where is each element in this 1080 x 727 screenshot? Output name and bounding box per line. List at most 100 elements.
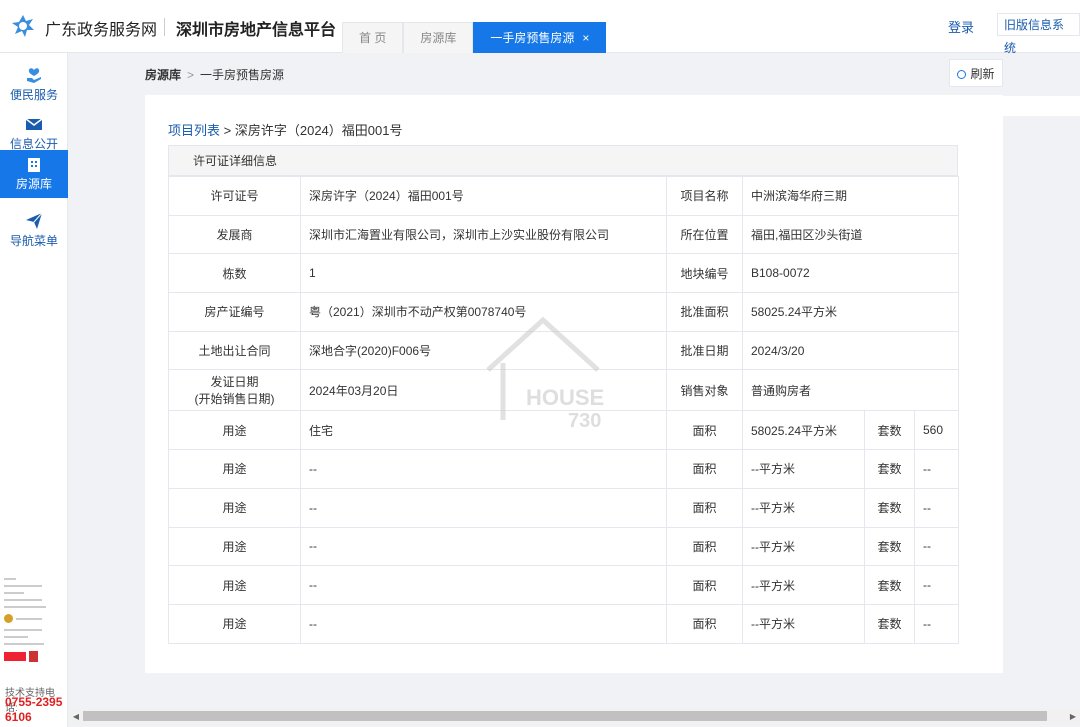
table-row: 房产证编号 粤（2021）深圳市不动产权第0078740号 批准面积 58025… xyxy=(168,292,959,332)
refresh-button[interactable]: 刷新 xyxy=(949,59,1003,87)
developer-label: 发展商 xyxy=(168,214,301,255)
area-value: --平方米 xyxy=(742,603,865,644)
brand-name[interactable]: 广东政务服务网 xyxy=(45,16,157,40)
refresh-label: 刷新 xyxy=(970,67,995,81)
plot-no-value: B108-0072 xyxy=(742,253,959,294)
property-cert-label: 房产证编号 xyxy=(168,292,301,332)
units-label: 套数 xyxy=(864,410,915,451)
units-value: -- xyxy=(914,487,959,528)
footer-link[interactable] xyxy=(4,606,46,608)
building-count-label: 栋数 xyxy=(168,253,301,294)
project-name-label: 项目名称 xyxy=(666,176,743,216)
login-link[interactable]: 登录 xyxy=(948,17,974,36)
units-label: 套数 xyxy=(864,487,915,528)
building-count-value: 1 xyxy=(300,253,667,294)
project-list-link[interactable]: 项目列表 xyxy=(168,123,220,138)
footer-link[interactable] xyxy=(4,629,42,631)
usage-label: 用途 xyxy=(168,526,301,567)
sidebar-item-housing-library[interactable]: 房源库 xyxy=(0,150,68,198)
permit-no-value: 深房许字（2024）福田001号 xyxy=(300,176,667,216)
usage-value: -- xyxy=(300,603,667,644)
tab-home[interactable]: 首 页 xyxy=(342,22,404,53)
tab-bar: 首 页 房源库 一手房预售房源 × xyxy=(342,22,607,53)
permit-table: 许可证号 深房许字（2024）福田001号 项目名称 中洲滨海华府三期 发展商 … xyxy=(168,176,959,644)
scroll-right-icon[interactable]: ▶ xyxy=(1066,708,1080,725)
footer-link[interactable] xyxy=(4,585,42,587)
sidebar-item-label: 信息公开 xyxy=(9,137,58,151)
footer-link[interactable] xyxy=(4,599,42,601)
units-label: 套数 xyxy=(864,526,915,567)
area-label: 面积 xyxy=(666,526,743,567)
refresh-icon xyxy=(957,70,967,79)
area-value: --平方米 xyxy=(742,487,865,528)
permit-no-label: 许可证号 xyxy=(168,176,301,216)
tab-presale-housing[interactable]: 一手房预售房源 × xyxy=(473,22,607,53)
old-system-button[interactable]: 旧版信息系统 xyxy=(997,13,1080,55)
issue-date-label-line2: (开始销售日期) xyxy=(194,392,275,407)
table-row: 用途 -- 面积 --平方米 套数 -- xyxy=(168,603,959,644)
breadcrumb-root[interactable]: 房源库 xyxy=(145,68,181,82)
units-value: -- xyxy=(914,449,959,489)
plot-no-label: 地块编号 xyxy=(666,253,743,294)
horizontal-scrollbar[interactable]: ◀ ▶ xyxy=(69,708,1080,725)
table-row: 用途 住宅 面积 58025.24平方米 套数 560 xyxy=(168,410,959,451)
approved-area-label: 批准面积 xyxy=(666,292,743,332)
footer-badge-row xyxy=(4,651,64,662)
table-row: 栋数 1 地块编号 B108-0072 xyxy=(168,253,959,294)
tab-home-label: 首 页 xyxy=(359,31,387,45)
breadcrumb: 房源库 > 一手房预售房源 xyxy=(145,66,284,83)
paper-plane-icon xyxy=(26,212,43,229)
approved-area-value: 58025.24平方米 xyxy=(742,292,959,332)
sidebar-item-nav-menu[interactable]: 导航菜单 xyxy=(0,207,68,255)
detail-breadcrumb-current: 深房许字（2024）福田001号 xyxy=(234,123,403,138)
footer-link[interactable] xyxy=(4,592,24,594)
table-row: 用途 -- 面积 --平方米 套数 -- xyxy=(168,526,959,567)
sidebar-item-label: 房源库 xyxy=(15,177,52,191)
area-value: 58025.24平方米 xyxy=(742,410,865,451)
area-label: 面积 xyxy=(666,487,743,528)
heart-hand-icon xyxy=(27,68,41,83)
footer-seal-row xyxy=(4,614,64,623)
units-label: 套数 xyxy=(864,449,915,489)
footer-link[interactable] xyxy=(4,578,16,580)
issue-date-value: 2024年03月20日 xyxy=(300,369,667,412)
tab-housing-library-label: 房源库 xyxy=(420,31,457,45)
site-error-badge-icon[interactable] xyxy=(4,652,26,661)
gov-site-badge-icon[interactable] xyxy=(29,651,38,662)
footer-link[interactable] xyxy=(4,643,44,645)
usage-label: 用途 xyxy=(168,603,301,644)
mail-icon xyxy=(25,118,43,130)
gov-seal-icon xyxy=(4,614,13,623)
tab-housing-library[interactable]: 房源库 xyxy=(403,22,474,53)
table-row: 土地出让合同 深地合字(2020)F006号 批准日期 2024/3/20 xyxy=(168,330,959,371)
footer-link[interactable] xyxy=(16,617,42,620)
issue-date-label: 发证日期 (开始销售日期) xyxy=(168,369,301,412)
scroll-left-icon[interactable]: ◀ xyxy=(69,708,83,725)
building-icon xyxy=(28,158,40,172)
breadcrumb-separator: > xyxy=(187,68,195,82)
guangdong-logo-icon xyxy=(12,15,34,37)
units-value: -- xyxy=(914,526,959,567)
footer-link[interactable] xyxy=(4,636,28,638)
approval-date-value: 2024/3/20 xyxy=(742,330,959,371)
area-value: --平方米 xyxy=(742,565,865,605)
scrollbar-thumb[interactable] xyxy=(83,711,1047,721)
support-phone: 0755-23956106 xyxy=(5,695,63,724)
permit-table-wrap: 许可证详细信息 许可证号 深房许字（2024）福田001号 项目名称 中洲滨海华… xyxy=(168,145,959,644)
table-row: 用途 -- 面积 --平方米 套数 -- xyxy=(168,449,959,489)
sidebar-item-label: 便民服务 xyxy=(9,88,58,102)
issue-date-label-line1: 发证日期 xyxy=(210,375,259,390)
units-value: -- xyxy=(914,603,959,644)
area-value: --平方米 xyxy=(742,526,865,567)
location-value: 福田,福田区沙头街道 xyxy=(742,214,959,255)
land-contract-label: 土地出让合同 xyxy=(168,330,301,371)
units-label: 套数 xyxy=(864,603,915,644)
usage-label: 用途 xyxy=(168,449,301,489)
tab-close-icon[interactable]: × xyxy=(582,31,589,45)
area-value: --平方米 xyxy=(742,449,865,489)
approval-date-label: 批准日期 xyxy=(666,330,743,371)
sales-target-label: 销售对象 xyxy=(666,369,743,412)
sidebar-item-services[interactable]: 便民服务 xyxy=(0,61,68,109)
usage-value: 住宅 xyxy=(300,410,667,451)
brand-divider xyxy=(164,18,165,36)
